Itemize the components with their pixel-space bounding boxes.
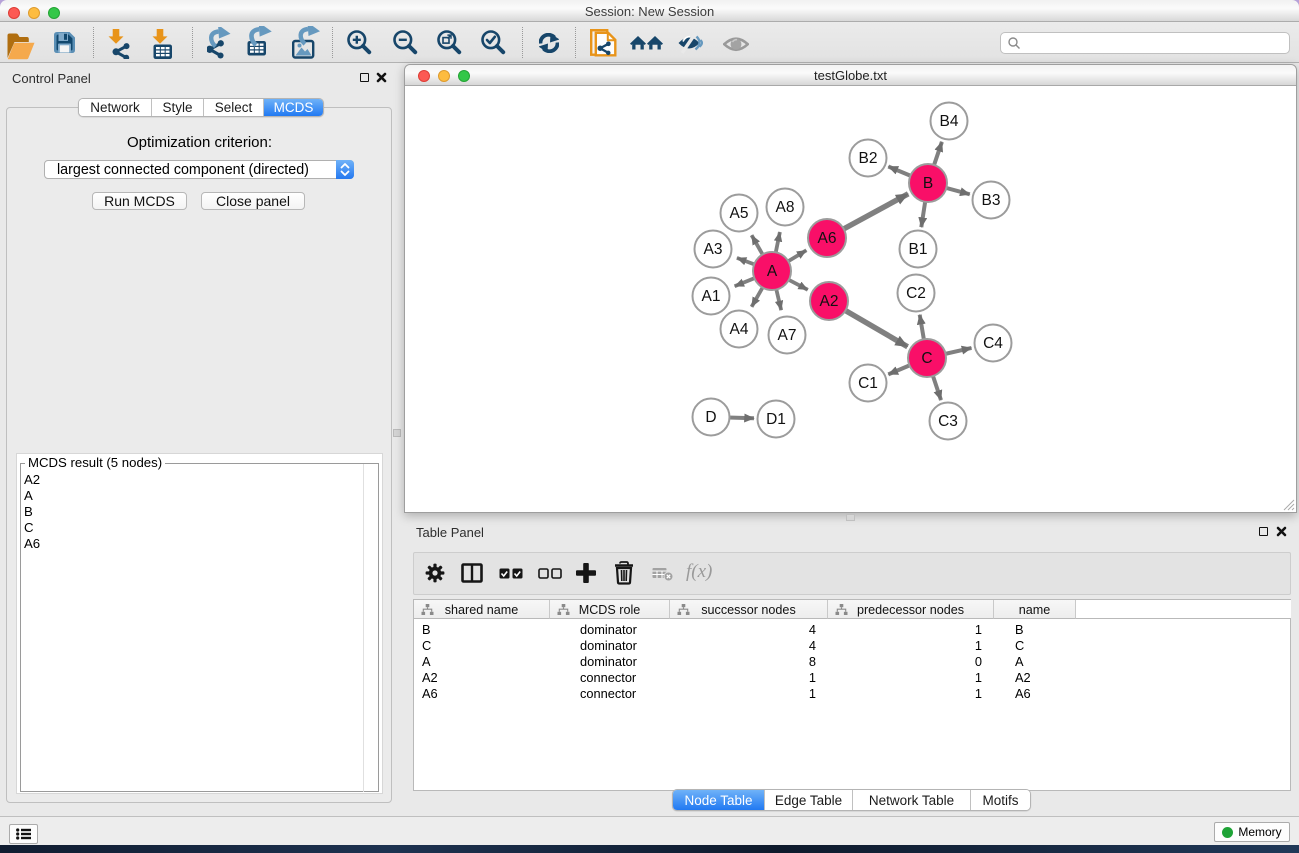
svg-text:C3: C3 xyxy=(938,413,958,430)
svg-text:A8: A8 xyxy=(776,199,795,216)
svg-text:A1: A1 xyxy=(702,288,721,305)
svg-text:C: C xyxy=(921,350,932,367)
svg-text:B3: B3 xyxy=(982,192,1001,209)
svg-text:B1: B1 xyxy=(909,241,928,258)
svg-text:B4: B4 xyxy=(940,113,959,130)
svg-text:A4: A4 xyxy=(730,321,749,338)
svg-text:A: A xyxy=(767,263,778,280)
svg-text:C1: C1 xyxy=(858,375,878,392)
svg-text:A3: A3 xyxy=(704,241,723,258)
svg-text:A5: A5 xyxy=(730,205,749,222)
svg-text:A2: A2 xyxy=(820,293,839,310)
svg-text:D: D xyxy=(705,409,716,426)
svg-text:A7: A7 xyxy=(778,327,797,344)
svg-text:D1: D1 xyxy=(766,411,786,428)
svg-text:B2: B2 xyxy=(859,150,878,167)
svg-text:A6: A6 xyxy=(818,230,837,247)
svg-text:B: B xyxy=(923,175,933,192)
svg-text:C2: C2 xyxy=(906,285,926,302)
svg-text:C4: C4 xyxy=(983,335,1003,352)
